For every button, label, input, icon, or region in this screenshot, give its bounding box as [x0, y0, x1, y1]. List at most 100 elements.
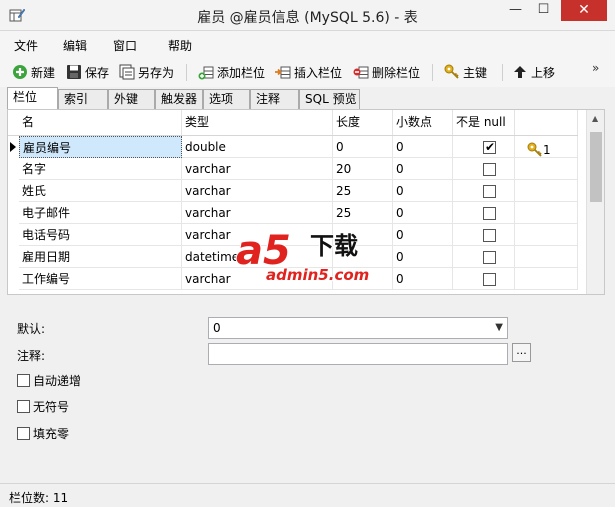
cell-type[interactable]: varchar [182, 224, 333, 246]
toolbar-separator [432, 64, 433, 81]
cell-type[interactable]: varchar [182, 158, 333, 180]
arrow-up-icon [514, 66, 526, 78]
menu-window[interactable]: 窗口 [113, 37, 137, 54]
default-select[interactable]: 0 ▼ [208, 317, 508, 339]
current-row-indicator-icon [10, 142, 16, 152]
delete-column-icon [353, 66, 369, 79]
column-header-length[interactable]: 长度 [333, 110, 393, 135]
cell-decimals[interactable]: 0 [393, 136, 453, 158]
cell-decimals[interactable]: 0 [393, 268, 453, 290]
checkmark-icon: ✔ [485, 140, 496, 154]
cell-decimals[interactable]: 0 [393, 158, 453, 180]
not-null-checkbox[interactable]: ✔ [483, 140, 496, 154]
not-null-checkbox[interactable] [483, 229, 496, 242]
move-up-button[interactable]: 上移 [512, 63, 555, 81]
tab-sql-preview[interactable]: SQL 预览 [299, 89, 360, 109]
tab-comment[interactable]: 注释 [250, 89, 299, 109]
cell-name[interactable]: 电子邮件 [19, 202, 182, 224]
cell-type[interactable]: varchar [182, 268, 333, 290]
cell-length[interactable]: 20 [333, 158, 393, 180]
cell-not-null [453, 268, 515, 290]
not-null-checkbox[interactable] [483, 185, 496, 198]
cell-decimals[interactable]: 0 [393, 246, 453, 268]
table-row[interactable]: 姓氏 varchar 25 0 [8, 180, 578, 202]
toolbar-overflow-icon[interactable]: » [592, 61, 599, 75]
maximize-button[interactable]: ☐ [530, 0, 557, 21]
column-header-type[interactable]: 类型 [182, 110, 333, 135]
cell-not-null [453, 246, 515, 268]
cell-name[interactable]: 雇员编号 [19, 136, 182, 158]
comment-browse-button[interactable]: ... [512, 343, 531, 362]
table-row[interactable]: 工作编号 varchar 0 [8, 268, 578, 290]
cell-length[interactable] [333, 268, 393, 290]
cell-name[interactable]: 雇用日期 [19, 246, 182, 268]
column-properties-panel: 默认: 0 ▼ 注释: ... 自动递增 无符号 填充零 [0, 300, 615, 480]
cell-type[interactable]: varchar [182, 202, 333, 224]
not-null-checkbox[interactable] [483, 207, 496, 220]
table-row[interactable]: 电话号码 varchar 0 [8, 224, 578, 246]
cell-length[interactable]: 0 [333, 136, 393, 158]
cell-length[interactable]: 25 [333, 202, 393, 224]
not-null-checkbox[interactable] [483, 251, 496, 264]
cell-type[interactable]: double [182, 136, 333, 158]
cell-decimals[interactable]: 0 [393, 202, 453, 224]
scrollbar-thumb[interactable] [590, 132, 602, 202]
column-header-name[interactable]: 名 [19, 110, 182, 135]
primary-key-button[interactable]: 主键 [444, 63, 487, 81]
field-count: 栏位数: 11 [9, 491, 69, 505]
comment-input[interactable] [208, 343, 508, 365]
cell-not-null [453, 202, 515, 224]
not-null-checkbox[interactable] [483, 163, 496, 176]
table-row[interactable]: 雇员编号 double 0 0 ✔ 1 [8, 136, 578, 158]
save-as-label: 另存为 [138, 65, 175, 80]
tab-fields[interactable]: 栏位 [7, 87, 58, 109]
menu-bar: 文件 编辑 窗口 帮助 [0, 31, 615, 57]
move-up-label: 上移 [531, 65, 556, 80]
menu-file[interactable]: 文件 [14, 37, 38, 54]
table-row[interactable]: 雇用日期 datetime 0 [8, 246, 578, 268]
tab-options[interactable]: 选项 [203, 89, 250, 109]
cell-decimals[interactable]: 0 [393, 224, 453, 246]
add-column-button[interactable]: 添加栏位 [198, 63, 265, 81]
delete-column-label: 删除栏位 [372, 65, 421, 80]
grid-vertical-scrollbar[interactable]: ▲ [586, 110, 604, 294]
column-header-decimals[interactable]: 小数点 [393, 110, 453, 135]
zerofill-option[interactable]: 填充零 [17, 425, 69, 442]
cell-name[interactable]: 工作编号 [19, 268, 182, 290]
table-row[interactable]: 名字 varchar 20 0 [8, 158, 578, 180]
cell-name[interactable]: 电话号码 [19, 224, 182, 246]
tab-foreign-keys[interactable]: 外键 [108, 89, 155, 109]
minimize-button[interactable]: — [502, 0, 529, 21]
column-header-key[interactable] [515, 110, 578, 135]
new-button[interactable]: 新建 [12, 63, 55, 81]
not-null-checkbox[interactable] [483, 273, 496, 286]
unsigned-checkbox[interactable] [17, 400, 30, 413]
delete-column-button[interactable]: 删除栏位 [353, 63, 420, 81]
cell-name[interactable]: 姓氏 [19, 180, 182, 202]
cell-not-null: ✔ [453, 136, 515, 158]
close-button[interactable]: ✕ [561, 0, 607, 21]
unsigned-option[interactable]: 无符号 [17, 398, 69, 415]
cell-length[interactable] [333, 224, 393, 246]
cell-length[interactable]: 25 [333, 180, 393, 202]
tab-triggers[interactable]: 触发器 [155, 89, 203, 109]
tab-strip: 栏位 索引 外键 触发器 选项 注释 SQL 预览 [0, 87, 615, 109]
cell-name[interactable]: 名字 [19, 158, 182, 180]
table-row[interactable]: 电子邮件 varchar 25 0 [8, 202, 578, 224]
tab-indexes[interactable]: 索引 [58, 89, 108, 109]
save-as-button[interactable]: 另存为 [119, 63, 174, 81]
scroll-up-icon[interactable]: ▲ [592, 114, 598, 123]
cell-type[interactable]: varchar [182, 180, 333, 202]
column-header-not-null[interactable]: 不是 null [453, 110, 515, 135]
cell-not-null [453, 224, 515, 246]
auto-increment-checkbox[interactable] [17, 374, 30, 387]
menu-edit[interactable]: 编辑 [63, 37, 87, 54]
menu-help[interactable]: 帮助 [168, 37, 192, 54]
cell-length[interactable] [333, 246, 393, 268]
save-button[interactable]: 保存 [66, 63, 109, 81]
auto-increment-option[interactable]: 自动递增 [17, 372, 81, 389]
cell-decimals[interactable]: 0 [393, 180, 453, 202]
cell-type[interactable]: datetime [182, 246, 333, 268]
zerofill-checkbox[interactable] [17, 427, 30, 440]
insert-column-button[interactable]: 插入栏位 [275, 63, 342, 81]
